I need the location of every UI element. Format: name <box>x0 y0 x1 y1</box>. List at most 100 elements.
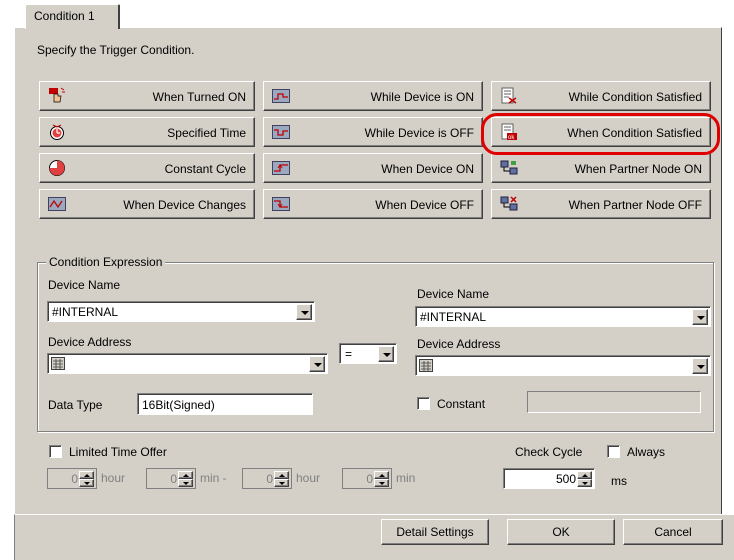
check-cycle-value: 500 <box>555 472 576 486</box>
spin-down-icon[interactable] <box>577 479 592 487</box>
condition-satisfied-icon <box>501 87 517 104</box>
when-device-on-button[interactable]: When Device ON <box>263 153 483 183</box>
spin-down-icon[interactable] <box>374 479 389 487</box>
while-device-on-button[interactable]: While Device is ON <box>263 81 483 111</box>
data-type-label: Data Type <box>48 398 103 412</box>
specified-time-label: Specified Time <box>167 126 246 140</box>
when-device-changes-label: When Device Changes <box>123 198 246 212</box>
while-condition-satisfied-button[interactable]: While Condition Satisfied <box>491 81 711 111</box>
spinner-arrows <box>274 471 289 487</box>
always-label: Always <box>627 445 666 459</box>
spinner-arrows <box>79 471 94 487</box>
dialog: Condition 1 Specify the Trigger Conditio… <box>0 0 734 560</box>
while-device-off-button[interactable]: While Device is OFF <box>263 117 483 147</box>
constant-field[interactable] <box>527 391 701 413</box>
spin-down-icon[interactable] <box>178 479 193 487</box>
spinner-arrows <box>178 471 193 487</box>
detail-settings-button[interactable]: Detail Settings <box>381 519 489 545</box>
chevron-down-icon[interactable] <box>692 358 708 374</box>
cancel-button[interactable]: Cancel <box>623 519 723 545</box>
chevron-down-icon[interactable] <box>692 309 708 325</box>
left-device-name-label: Device Name <box>48 278 121 292</box>
data-type-field[interactable]: 16Bit(Signed) <box>137 393 313 415</box>
constant-cycle-label: Constant Cycle <box>164 162 246 176</box>
while-condition-satisfied-label: While Condition Satisfied <box>568 90 702 104</box>
specified-time-button[interactable]: Specified Time <box>39 117 255 147</box>
operator-value: = <box>345 347 353 361</box>
chevron-down-icon[interactable] <box>296 304 312 320</box>
check-cycle-label: Check Cycle <box>515 445 583 459</box>
while-device-on-label: While Device is ON <box>370 90 474 104</box>
partner-node-off-icon <box>500 196 518 211</box>
address-input-icon[interactable] <box>51 357 65 370</box>
alarm-clock-icon <box>50 124 64 140</box>
when-partner-node-on-button[interactable]: When Partner Node ON <box>491 153 711 183</box>
start-hour-value: 0 <box>71 472 78 486</box>
when-device-off-label: When Device OFF <box>375 198 474 212</box>
highlight-ring <box>481 113 720 155</box>
spin-up-icon[interactable] <box>274 471 289 479</box>
when-device-changes-button[interactable]: When Device Changes <box>39 189 255 219</box>
chevron-down-icon[interactable] <box>309 356 325 372</box>
right-device-name-select[interactable]: #INTERNAL <box>415 306 711 327</box>
limited-time-checkbox[interactable] <box>49 445 62 458</box>
constant-label: Constant <box>437 397 486 411</box>
limited-time-label: Limited Time Offer <box>69 445 167 459</box>
condition-expression-label: Condition Expression <box>46 255 166 269</box>
rising-edge-icon <box>272 161 290 175</box>
device-on-graph-icon <box>272 89 290 103</box>
spin-down-icon[interactable] <box>274 479 289 487</box>
data-type-value: 16Bit(Signed) <box>142 398 215 412</box>
device-change-icon <box>48 197 66 211</box>
start-hour-spinner[interactable]: 0 <box>47 468 97 489</box>
always-checkbox[interactable] <box>607 445 620 458</box>
tab-condition-1[interactable]: Condition 1 <box>25 4 120 29</box>
when-turned-on-label: When Turned ON <box>152 90 246 104</box>
constant-cycle-button[interactable]: Constant Cycle <box>39 153 255 183</box>
left-device-address-label: Device Address <box>48 335 132 349</box>
tab-label: Condition 1 <box>34 9 95 23</box>
spin-up-icon[interactable] <box>374 471 389 479</box>
address-input-icon[interactable] <box>419 359 433 372</box>
start-hour-unit: hour <box>101 471 126 485</box>
when-partner-node-off-label: When Partner Node OFF <box>568 198 702 212</box>
when-partner-node-on-label: When Partner Node ON <box>574 162 702 176</box>
operator-select[interactable]: = <box>339 343 397 364</box>
when-turned-on-button[interactable]: When Turned ON <box>39 81 255 111</box>
footer-bar: Detail Settings OK Cancel <box>14 514 734 560</box>
check-cycle-spinner[interactable]: 500 <box>503 468 595 489</box>
spinner-arrows <box>374 471 389 487</box>
spin-up-icon[interactable] <box>178 471 193 479</box>
hand-click-icon <box>49 87 65 103</box>
start-min-spinner[interactable]: 0 <box>146 468 196 489</box>
falling-edge-icon <box>272 197 290 211</box>
when-partner-node-off-button[interactable]: When Partner Node OFF <box>491 189 711 219</box>
left-device-name-select[interactable]: #INTERNAL <box>47 301 315 322</box>
instruction-text: Specify the Trigger Condition. <box>37 43 195 57</box>
spin-down-icon[interactable] <box>79 479 94 487</box>
device-off-graph-icon <box>272 125 290 139</box>
end-hour-value: 0 <box>266 472 273 486</box>
start-min-unit: min - <box>200 471 227 485</box>
cycle-clock-icon <box>49 160 65 176</box>
right-device-address-select[interactable] <box>415 355 711 376</box>
end-min-value: 0 <box>366 472 373 486</box>
ok-button[interactable]: OK <box>507 519 615 545</box>
right-device-address-label: Device Address <box>417 337 501 351</box>
end-hour-spinner[interactable]: 0 <box>242 468 292 489</box>
start-min-value: 0 <box>170 472 177 486</box>
right-device-name-value: #INTERNAL <box>420 310 487 324</box>
spin-up-icon[interactable] <box>79 471 94 479</box>
when-device-on-label: When Device ON <box>381 162 474 176</box>
chevron-down-icon[interactable] <box>378 346 394 362</box>
right-device-name-label: Device Name <box>417 287 490 301</box>
check-cycle-unit: ms <box>611 474 627 488</box>
spinner-arrows <box>577 471 592 487</box>
left-device-address-select[interactable] <box>47 353 328 374</box>
spin-up-icon[interactable] <box>577 471 592 479</box>
condition-panel: Specify the Trigger Condition. When Turn… <box>14 27 722 517</box>
constant-checkbox[interactable] <box>417 397 430 410</box>
partner-node-on-icon <box>500 160 518 175</box>
when-device-off-button[interactable]: When Device OFF <box>263 189 483 219</box>
end-min-spinner[interactable]: 0 <box>342 468 392 489</box>
